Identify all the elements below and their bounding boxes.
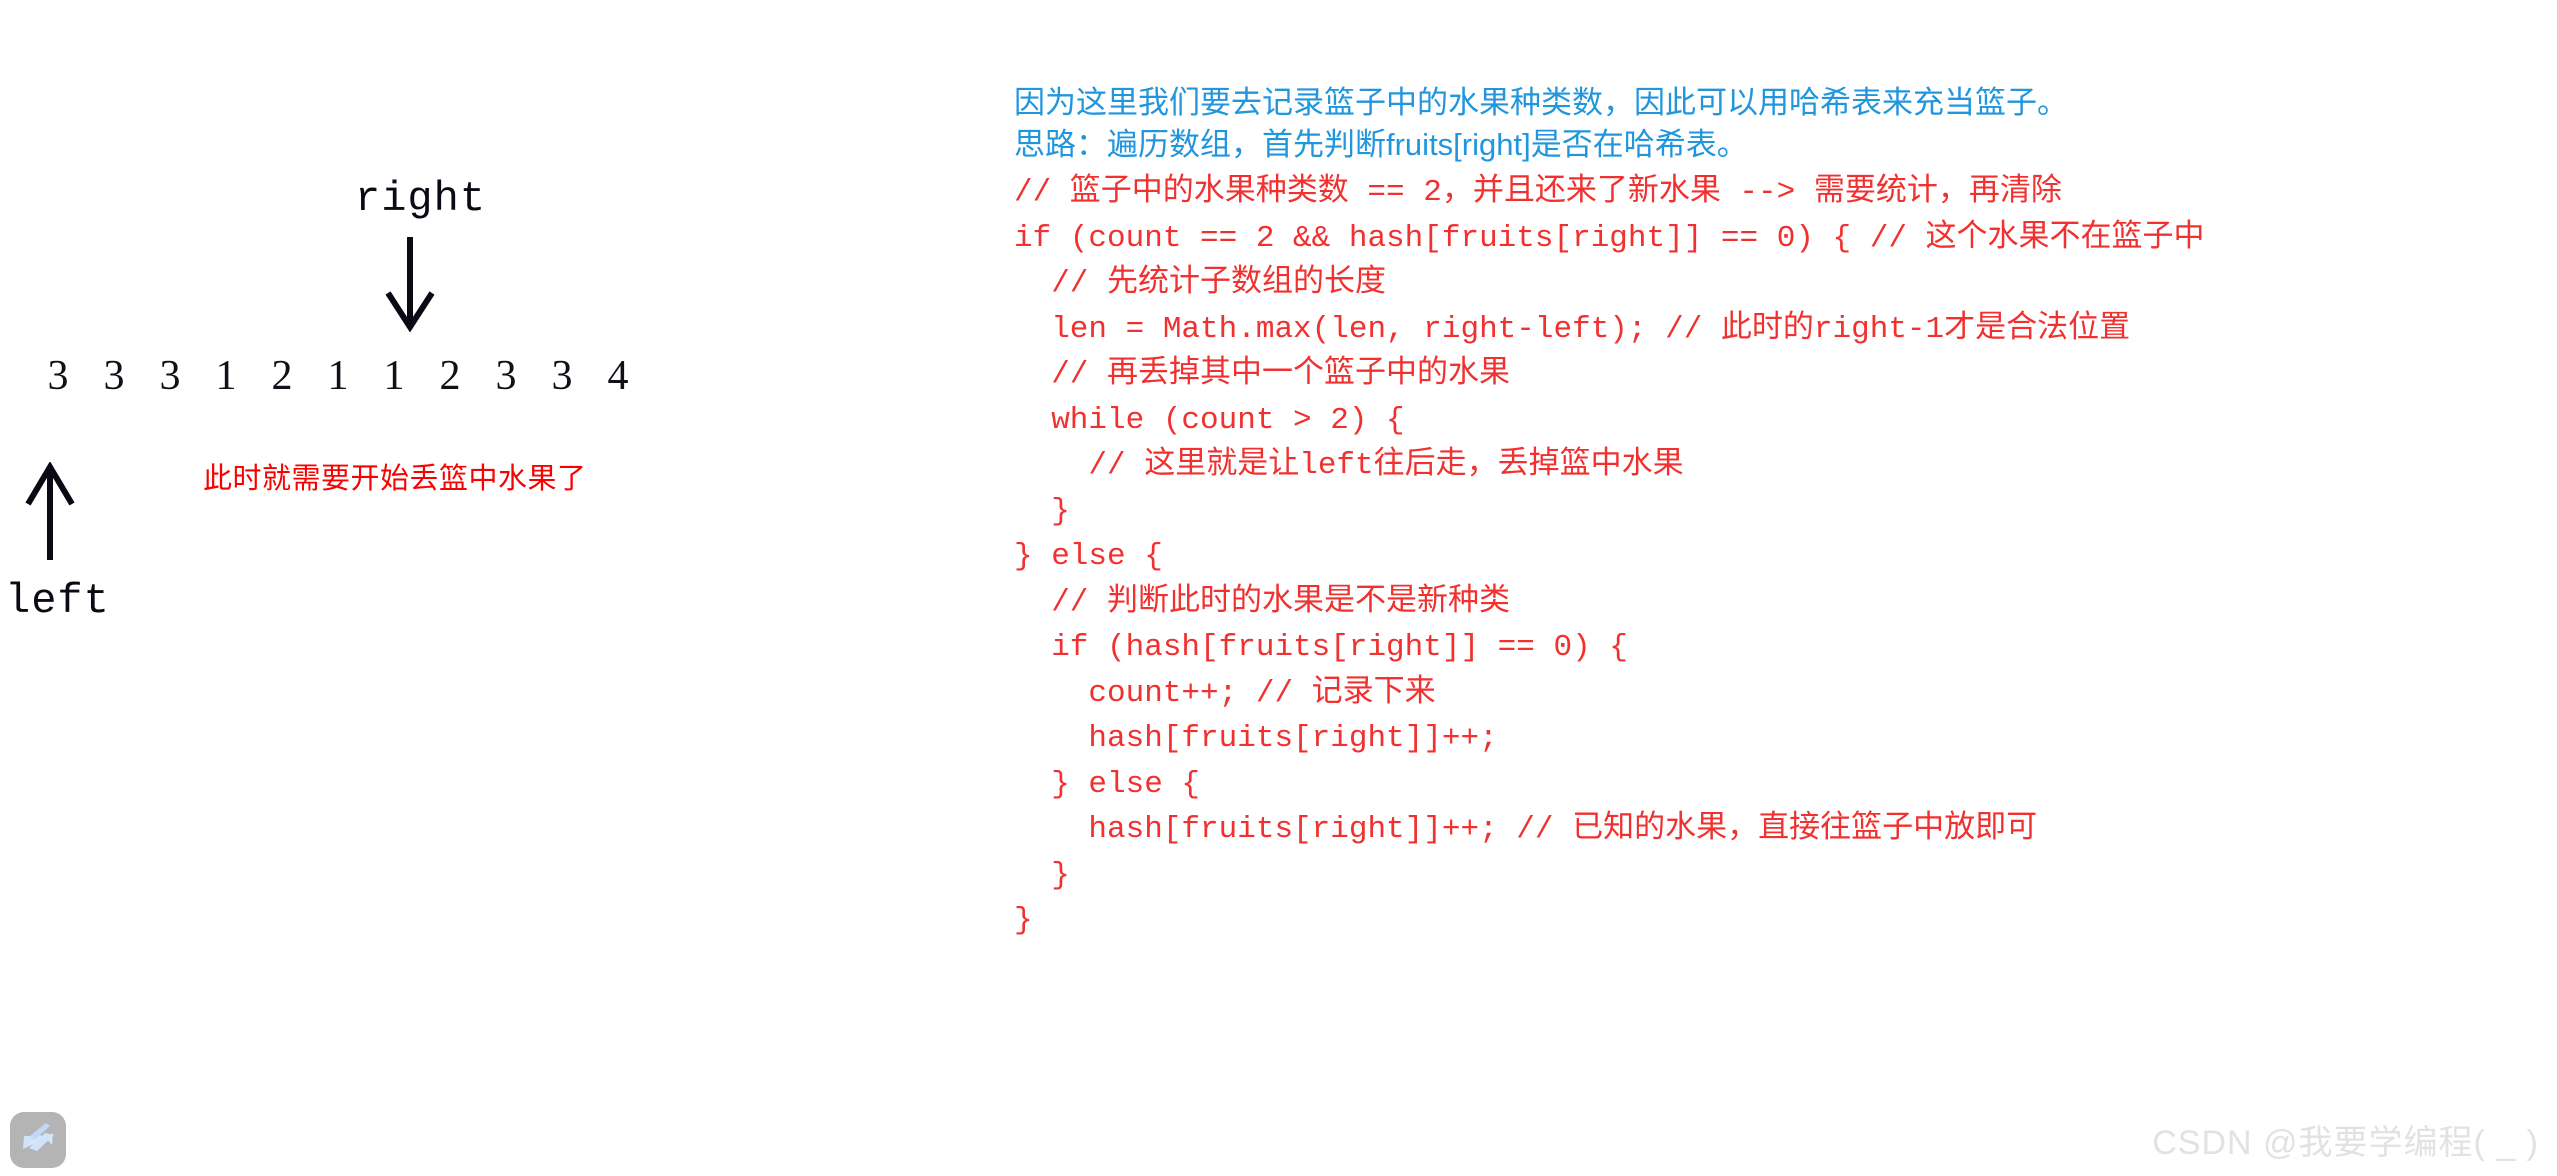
code-snippet: // 篮子中的水果种类数 == 2，并且还来了新水果 --> 需要统计，再清除 … <box>1014 170 2554 944</box>
array-cell: 2 <box>271 353 293 399</box>
array-cell: 4 <box>607 353 629 399</box>
array-cell: 3 <box>47 353 69 399</box>
right-pointer-label: right <box>355 175 487 223</box>
code-line: // 先统计子数组的长度 <box>1014 266 1387 301</box>
code-line: } <box>1014 903 1033 938</box>
left-pointer-label: left <box>5 577 110 625</box>
array-cell: 1 <box>327 353 349 399</box>
array-cell: 1 <box>215 353 237 399</box>
array-cell: 3 <box>103 353 125 399</box>
code-line: } else { <box>1014 766 1201 802</box>
code-line: hash[fruits[right]]++; // 已知的水果，直接往篮子中放即… <box>1014 812 2038 847</box>
arrow-up-icon <box>20 461 80 567</box>
snipaste-icon[interactable] <box>10 1112 66 1168</box>
code-line: // 再丢掉其中一个篮子中的水果 <box>1014 357 1511 392</box>
array-cell: 3 <box>551 353 573 399</box>
array-values-row: 3 3 3 1 2 1 1 2 3 3 4 <box>30 355 970 397</box>
drop-fruit-note: 此时就需要开始丢篮中水果了 <box>203 463 587 495</box>
code-line: count++; // 记录下来 <box>1014 675 1436 711</box>
code-line: len = Math.max(len, right-left); // 此时的r… <box>1014 311 2131 347</box>
array-diagram-panel: right 3 3 3 1 2 1 1 2 3 3 4 此时就需要开始丢篮中水果… <box>0 0 1000 1176</box>
csdn-watermark: CSDN @我要学编程( _ ) <box>2152 1124 2539 1162</box>
explanation-panel: 因为这里我们要去记录篮子中的水果种类数，因此可以用哈希表来充当篮子。 思路：遍历… <box>1014 82 2554 944</box>
arrow-down-icon <box>380 235 440 340</box>
code-line: // 这里就是让left往后走，丢掉篮中水果 <box>1014 448 1684 483</box>
code-line: while (count > 2) { <box>1014 402 1405 438</box>
code-line: // 判断此时的水果是不是新种类 <box>1014 584 1511 620</box>
code-line: } else { <box>1014 539 1163 574</box>
array-cell: 3 <box>159 353 181 399</box>
code-line: } <box>1014 857 1070 893</box>
array-cell: 3 <box>495 353 517 399</box>
explanation-text: 因为这里我们要去记录篮子中的水果种类数，因此可以用哈希表来充当篮子。 思路：遍历… <box>1014 82 2554 166</box>
code-line: if (count == 2 && hash[fruits[right]] ==… <box>1014 220 2205 256</box>
code-line: if (hash[fruits[right]] == 0) { <box>1014 630 1628 665</box>
explanation-line: 思路：遍历数组，首先判断fruits[right]是否在哈希表。 <box>1014 127 1748 162</box>
explanation-line: 因为这里我们要去记录篮子中的水果种类数，因此可以用哈希表来充当篮子。 <box>1014 85 2068 120</box>
code-line: } <box>1014 493 1070 529</box>
code-line: hash[fruits[right]]++; <box>1014 721 1498 756</box>
array-cell: 1 <box>383 353 405 399</box>
array-cell: 2 <box>439 353 461 399</box>
code-line: // 篮子中的水果种类数 == 2，并且还来了新水果 --> 需要统计，再清除 <box>1014 175 2062 210</box>
